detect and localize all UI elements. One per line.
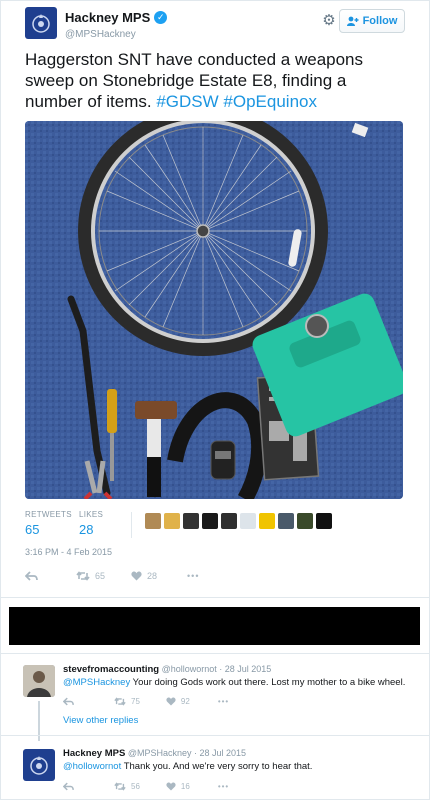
more-button[interactable]: ••• xyxy=(218,782,229,791)
avatar[interactable] xyxy=(23,665,55,697)
divider xyxy=(1,653,430,654)
more-button[interactable]: ••• xyxy=(187,571,199,581)
follow-label: Follow xyxy=(362,15,398,27)
retweet-button[interactable]: 75 xyxy=(114,697,140,706)
liker-avatar[interactable] xyxy=(202,513,218,529)
liker-avatar[interactable] xyxy=(316,513,332,529)
retweet-icon xyxy=(114,782,126,791)
reply-header: stevefromaccounting @hollowornot · 28 Ju… xyxy=(63,664,271,675)
reply-author-handle[interactable]: @MPSHackney xyxy=(128,748,192,758)
follow-button[interactable]: Follow xyxy=(339,9,405,33)
like-button[interactable]: 16 xyxy=(166,782,190,791)
divider xyxy=(1,735,430,736)
liker-avatar[interactable] xyxy=(221,513,237,529)
divider xyxy=(1,597,430,598)
tweet-card: Hackney MPS ✓ @MPSHackney ⚙ Follow Hagge… xyxy=(0,0,430,800)
like-button[interactable]: 92 xyxy=(166,697,190,706)
heart-icon xyxy=(131,571,142,581)
display-name-text: Hackney MPS xyxy=(65,10,151,25)
mention-link[interactable]: @hollowornot xyxy=(63,761,121,772)
reply-author-name[interactable]: Hackney MPS xyxy=(63,748,125,759)
reply-body: Your doing Gods work out there. Lost my … xyxy=(130,677,406,688)
add-user-icon xyxy=(346,16,359,26)
liker-avatar[interactable] xyxy=(164,513,180,529)
retweet-count: 65 xyxy=(95,571,106,581)
reply-icon xyxy=(25,571,38,581)
engagement-stats: RETWEETS 65 LIKES 28 xyxy=(25,510,403,542)
stats-divider xyxy=(131,512,132,538)
reply-icon xyxy=(63,782,74,791)
weapons-haul-photo xyxy=(25,121,403,499)
liker-avatar[interactable] xyxy=(259,513,275,529)
profile-photo-icon xyxy=(23,665,55,697)
police-crest-icon xyxy=(32,14,50,33)
liker-avatar[interactable] xyxy=(278,513,294,529)
tweet-text: Haggerston SNT have conducted a weapons … xyxy=(25,49,405,112)
tweet-photo[interactable] xyxy=(25,121,403,499)
reply-date[interactable]: · 28 Jul 2015 xyxy=(219,664,271,674)
retweets-label: RETWEETS xyxy=(25,510,72,519)
police-crest-icon xyxy=(30,756,48,775)
gear-icon[interactable]: ⚙ xyxy=(321,13,337,29)
reply-icon xyxy=(63,697,74,706)
like-count: 92 xyxy=(180,697,190,706)
hashtag-link[interactable]: #OpEquinox xyxy=(223,92,317,111)
liker-avatar[interactable] xyxy=(297,513,313,529)
verified-badge-icon: ✓ xyxy=(154,11,168,24)
retweet-button[interactable]: 65 xyxy=(76,571,105,581)
likes-count: 28 xyxy=(79,522,94,537)
retweet-button[interactable]: 56 xyxy=(114,782,140,791)
avatar[interactable] xyxy=(23,749,55,781)
display-name[interactable]: Hackney MPS ✓ xyxy=(65,10,168,25)
liker-avatar[interactable] xyxy=(183,513,199,529)
reply-text: @MPSHackney Your doing Gods work out the… xyxy=(63,677,405,688)
heart-icon xyxy=(166,782,176,791)
like-button[interactable]: 28 xyxy=(131,571,157,581)
retweet-count: 56 xyxy=(131,782,140,791)
retweet-icon xyxy=(76,571,90,581)
retweet-icon xyxy=(114,697,126,706)
retweets-stat[interactable]: RETWEETS 65 xyxy=(25,510,72,537)
liker-avatar[interactable] xyxy=(240,513,256,529)
more-button[interactable]: ••• xyxy=(218,697,229,706)
like-count: 28 xyxy=(147,571,158,581)
view-other-replies-link[interactable]: View other replies xyxy=(63,715,138,726)
handle[interactable]: @MPSHackney xyxy=(65,29,167,40)
reply-actions: 56 16 ••• xyxy=(63,782,229,791)
tweet-header: Hackney MPS ✓ @MPSHackney ⚙ Follow xyxy=(25,7,405,43)
reply-body: Thank you. And we're very sorry to hear … xyxy=(121,761,313,772)
redacted-bar xyxy=(9,607,420,645)
reply-button[interactable] xyxy=(63,697,74,706)
reply-date[interactable]: · 28 Jul 2015 xyxy=(194,748,246,758)
likes-stat[interactable]: LIKES 28 xyxy=(79,510,103,537)
reply-tweet[interactable]: Hackney MPS @MPSHackney · 28 Jul 2015 @h… xyxy=(1,743,430,800)
liker-avatars xyxy=(145,513,332,529)
like-count: 16 xyxy=(180,782,190,791)
reply-header: Hackney MPS @MPSHackney · 28 Jul 2015 xyxy=(63,748,246,759)
reply-author-name[interactable]: stevefromaccounting xyxy=(63,664,159,675)
reply-button[interactable] xyxy=(25,571,38,581)
retweet-count: 75 xyxy=(131,697,140,706)
avatar[interactable] xyxy=(25,7,57,39)
tweet-actions: 65 28 ••• xyxy=(25,569,199,583)
reply-button[interactable] xyxy=(63,782,74,791)
author-block[interactable]: Hackney MPS ✓ @MPSHackney xyxy=(65,9,168,40)
hashtag-link[interactable]: #GDSW xyxy=(156,92,218,111)
liker-avatar[interactable] xyxy=(145,513,161,529)
tweet-timestamp[interactable]: 3:16 PM - 4 Feb 2015 xyxy=(25,547,112,557)
heart-icon xyxy=(166,697,176,706)
reply-actions: 75 92 ••• xyxy=(63,697,229,706)
mention-link[interactable]: @MPSHackney xyxy=(63,677,130,688)
likes-label: LIKES xyxy=(79,510,104,519)
reply-author-handle[interactable]: @hollowornot xyxy=(162,664,217,674)
reply-text: @hollowornot Thank you. And we're very s… xyxy=(63,761,312,772)
retweets-count: 65 xyxy=(25,522,40,537)
